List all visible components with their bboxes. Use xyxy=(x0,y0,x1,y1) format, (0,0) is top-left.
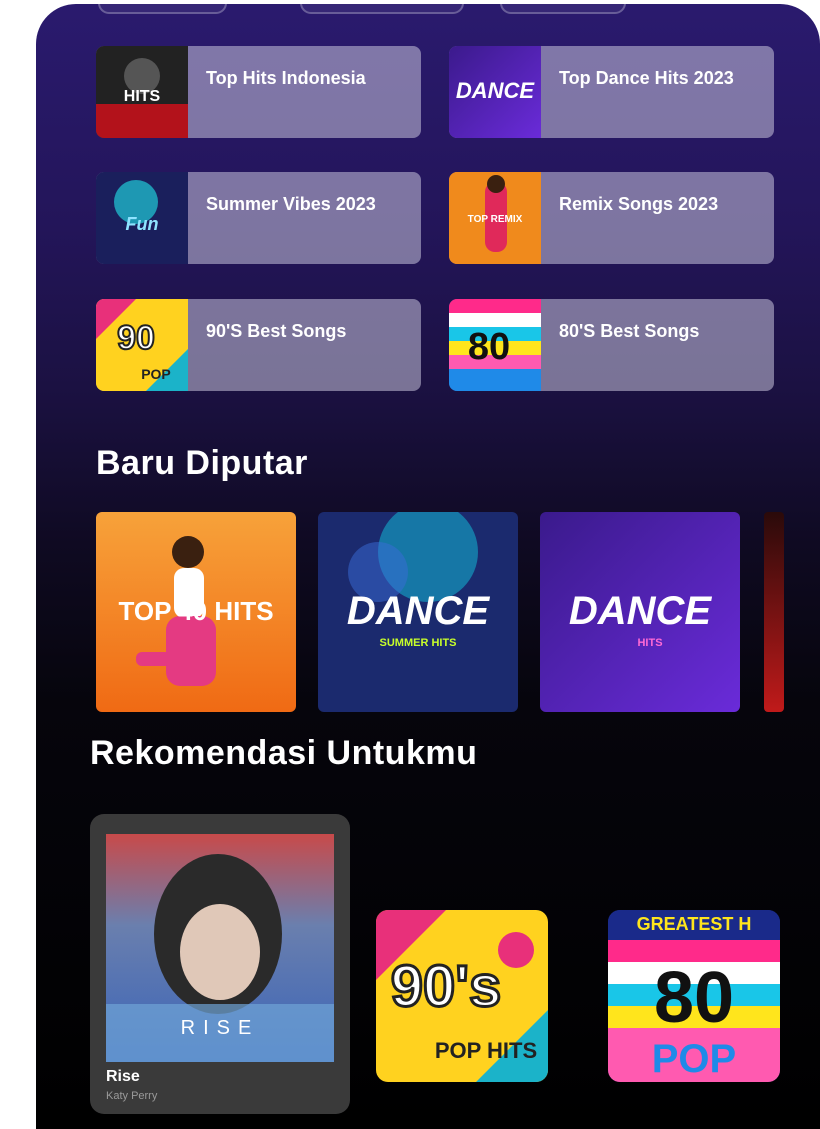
svg-text:DANCE: DANCE xyxy=(456,78,536,103)
rise-cover-icon: RISE xyxy=(106,834,334,1062)
summer-cover-icon: Fun xyxy=(96,172,188,264)
recommend-card-title: Rise xyxy=(106,1068,140,1085)
quick-tile-label: Summer Vibes 2023 xyxy=(206,194,376,214)
quick-tile-90s-best[interactable]: 90 POP 90'S Best Songs xyxy=(96,299,421,391)
quick-tile-label: 90'S Best Songs xyxy=(206,321,347,341)
quick-tile-top-hits-indonesia[interactable]: HITS Top Hits Indonesia xyxy=(96,46,421,138)
80s-art-text: 80 xyxy=(654,958,734,1038)
recommend-album-80s-pop[interactable]: GREATEST H 80 POP xyxy=(608,910,780,1082)
top-hits-indonesia-cover-icon: HITS xyxy=(96,46,188,138)
quick-tile-label: 80'S Best Songs xyxy=(559,321,700,341)
remix-cover-icon: TOP REMIX xyxy=(449,172,541,264)
recommend-section-title: Rekomendasi Untukmu xyxy=(90,734,478,772)
quick-tile-label: Remix Songs 2023 xyxy=(559,194,719,214)
90s-art-text: 90's xyxy=(391,954,502,1019)
dance-art-subtext: SUMMER HITS xyxy=(380,637,457,649)
90s-cover-icon: 90 POP xyxy=(96,299,188,391)
dance-hits-art-text: DANCE xyxy=(569,589,713,633)
quick-tile-80s-best[interactable]: 80 80'S Best Songs xyxy=(449,299,774,391)
dance-cover-icon: DANCE xyxy=(449,46,541,138)
90s-pop-hits-cover-icon: 90's POP HITS xyxy=(376,910,548,1082)
quick-tile-top-dance-hits[interactable]: DANCE Top Dance Hits 2023 xyxy=(449,46,774,138)
svg-text:Fun: Fun xyxy=(126,214,159,234)
svg-text:TOP REMIX: TOP REMIX xyxy=(468,214,523,225)
quick-tile-summer-vibes[interactable]: Fun Summer Vibes 2023 xyxy=(96,172,421,264)
svg-text:POP: POP xyxy=(141,366,171,382)
80s-art-subtext: POP xyxy=(652,1037,736,1081)
filter-chip[interactable] xyxy=(98,4,227,14)
dance-art-text: DANCE xyxy=(347,589,491,633)
filter-chip[interactable] xyxy=(500,4,626,14)
recent-album-partial[interactable] xyxy=(764,512,784,712)
dance-hits-art-subtext: HITS xyxy=(637,637,662,649)
recent-album-top40[interactable]: TOP 40 HITS xyxy=(96,512,296,712)
80s-cover-icon: 80 xyxy=(449,299,541,391)
dance-summer-cover-icon: DANCE SUMMER HITS xyxy=(318,512,518,712)
recent-album-dance-hits[interactable]: DANCE HITS xyxy=(540,512,740,712)
90s-art-subtext: POP HITS xyxy=(435,1038,537,1063)
recent-section-title: Baru Diputar xyxy=(96,444,308,482)
recommend-card-artist: Katy Perry xyxy=(106,1090,158,1102)
dance-hits-cover-icon: DANCE HITS xyxy=(540,512,740,712)
quick-tile-label: Top Hits Indonesia xyxy=(206,68,366,88)
svg-text:90: 90 xyxy=(117,319,155,357)
filter-chip[interactable] xyxy=(300,4,464,14)
quick-tile-label: Top Dance Hits 2023 xyxy=(559,68,734,88)
recommend-album-90s-pop[interactable]: 90's POP HITS xyxy=(376,910,548,1082)
80s-pop-cover-icon: GREATEST H 80 POP xyxy=(608,910,780,1082)
recent-album-dance-summer[interactable]: DANCE SUMMER HITS xyxy=(318,512,518,712)
top40-cover-icon: TOP 40 HITS xyxy=(96,512,296,712)
app-screen: HITS Top Hits Indonesia DANCE Top Dance … xyxy=(36,4,820,1129)
80s-art-top-text: GREATEST H xyxy=(637,914,752,934)
svg-text:80: 80 xyxy=(468,326,510,368)
recommend-card-rise[interactable]: RISE Rise Katy Perry xyxy=(90,814,350,1114)
top40-art-text: TOP 40 HITS xyxy=(118,596,273,626)
rise-art-text: RISE xyxy=(181,1017,260,1039)
quick-tile-remix-songs[interactable]: TOP REMIX Remix Songs 2023 xyxy=(449,172,774,264)
svg-text:HITS: HITS xyxy=(124,88,161,105)
